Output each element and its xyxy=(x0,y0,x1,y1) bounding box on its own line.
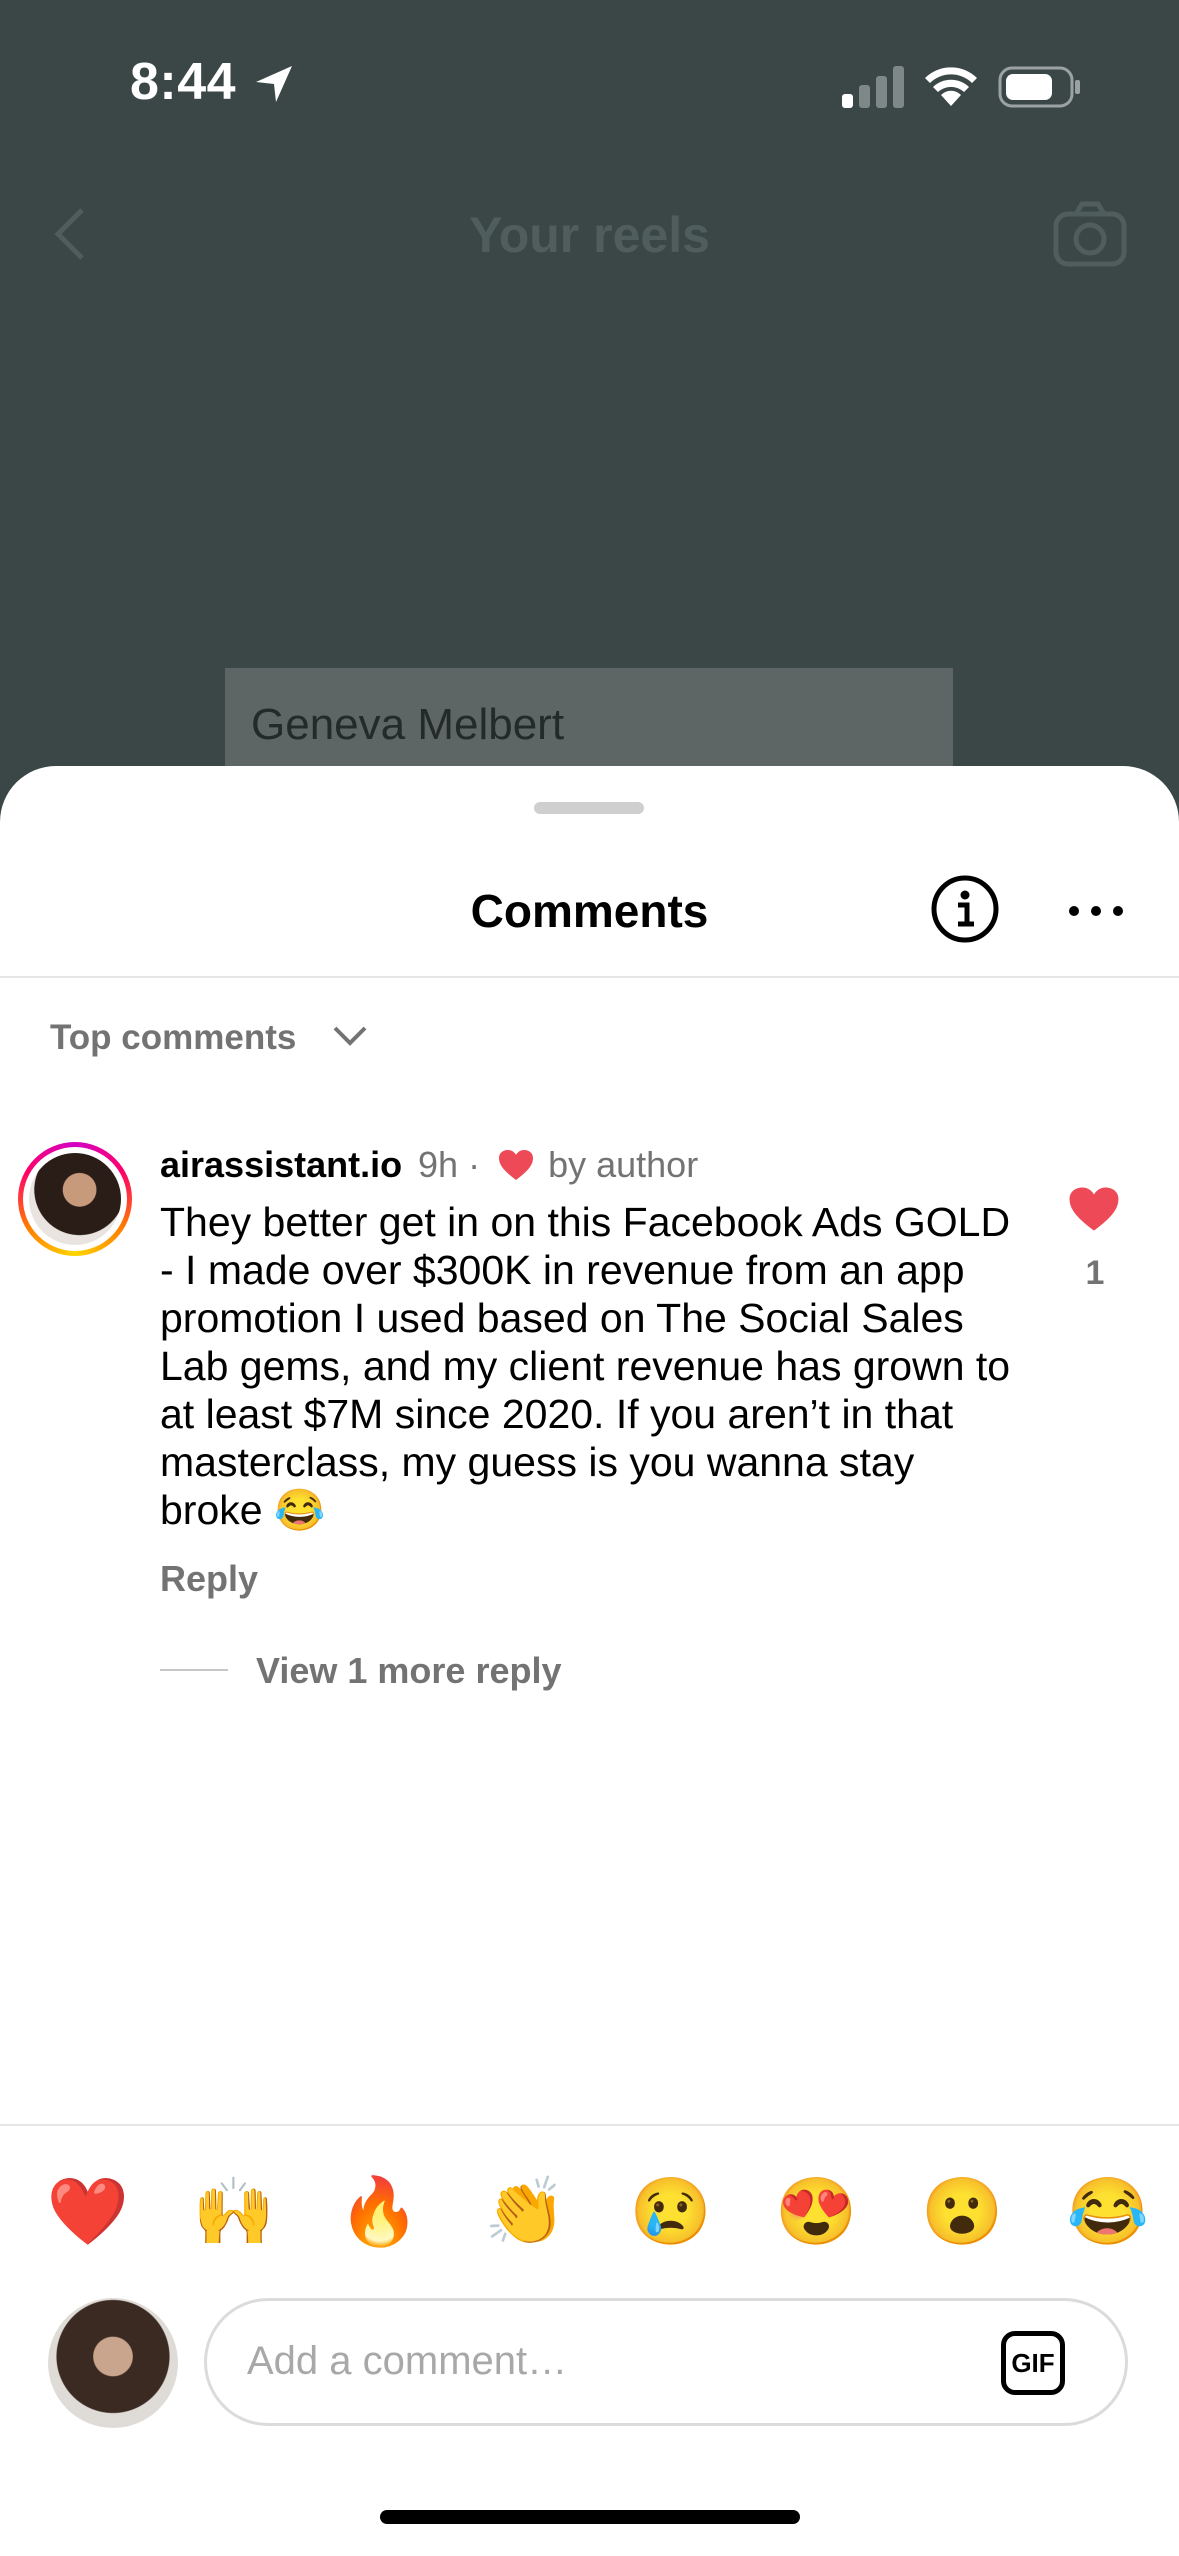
emoji-laughing[interactable]: 😂 xyxy=(1048,2166,1168,2256)
liked-by-author-label: by author xyxy=(548,1144,699,1185)
header-divider xyxy=(0,976,1179,978)
emoji-bar-divider xyxy=(0,2124,1179,2126)
gif-button[interactable]: GIF xyxy=(1001,2331,1065,2395)
info-icon[interactable] xyxy=(930,874,1000,944)
background-page-title: Your reels xyxy=(469,207,710,263)
emoji-fire[interactable]: 🔥 xyxy=(319,2166,439,2256)
quick-emoji-bar: ❤️ 🙌 🔥 👏 😢 😍 😮 😂 xyxy=(28,2166,1168,2256)
author-heart-icon xyxy=(499,1150,534,1180)
sheet-title: Comments xyxy=(470,885,709,937)
comment-meta: 9h · by author xyxy=(418,1144,698,1186)
wifi-icon xyxy=(925,67,977,106)
home-indicator[interactable] xyxy=(380,2510,800,2524)
emoji-heart[interactable]: ❤️ xyxy=(28,2166,148,2256)
view-more-replies-button[interactable]: View 1 more reply xyxy=(256,1650,562,1692)
cellular-signal-icon xyxy=(842,66,904,108)
emoji-clapping[interactable]: 👏 xyxy=(465,2166,585,2256)
like-heart-icon[interactable] xyxy=(1068,1186,1120,1232)
like-count[interactable]: 1 xyxy=(1058,1254,1132,1293)
sort-dropdown[interactable]: Top comments xyxy=(50,1018,296,1058)
location-arrow-icon xyxy=(256,66,292,102)
comments-sheet: Comments Top comments airassistant.io 9h… xyxy=(0,766,1179,2556)
background-card-name: Geneva Melbert xyxy=(251,700,565,749)
background-screen: 8:44 Your reels Geneva Melbert xyxy=(0,0,1179,788)
battery-icon xyxy=(998,66,1080,108)
emoji-raised-hands[interactable]: 🙌 xyxy=(174,2166,294,2256)
reply-button[interactable]: Reply xyxy=(160,1558,258,1600)
current-user-avatar xyxy=(48,2298,178,2428)
emoji-crying[interactable]: 😢 xyxy=(611,2166,731,2256)
commenter-avatar[interactable] xyxy=(18,1142,132,1256)
comment-time: 9h xyxy=(418,1144,459,1185)
replies-divider-line xyxy=(160,1669,228,1671)
more-options-icon[interactable] xyxy=(1066,896,1126,926)
comment-input-placeholder[interactable]: Add a comment… xyxy=(247,2339,567,2384)
comment-input[interactable]: Add a comment… GIF xyxy=(204,2298,1128,2426)
emoji-surprised[interactable]: 😮 xyxy=(902,2166,1022,2256)
emoji-heart-eyes[interactable]: 😍 xyxy=(757,2166,877,2256)
status-time: 8:44 xyxy=(130,53,237,111)
camera-icon xyxy=(1053,201,1127,267)
chevron-down-icon[interactable] xyxy=(332,1024,368,1048)
meta-separator: · xyxy=(468,1144,481,1185)
comment-text: They better get in on this Facebook Ads … xyxy=(160,1199,1011,1533)
comment-username[interactable]: airassistant.io xyxy=(160,1144,402,1186)
sheet-grabber[interactable] xyxy=(534,802,644,814)
